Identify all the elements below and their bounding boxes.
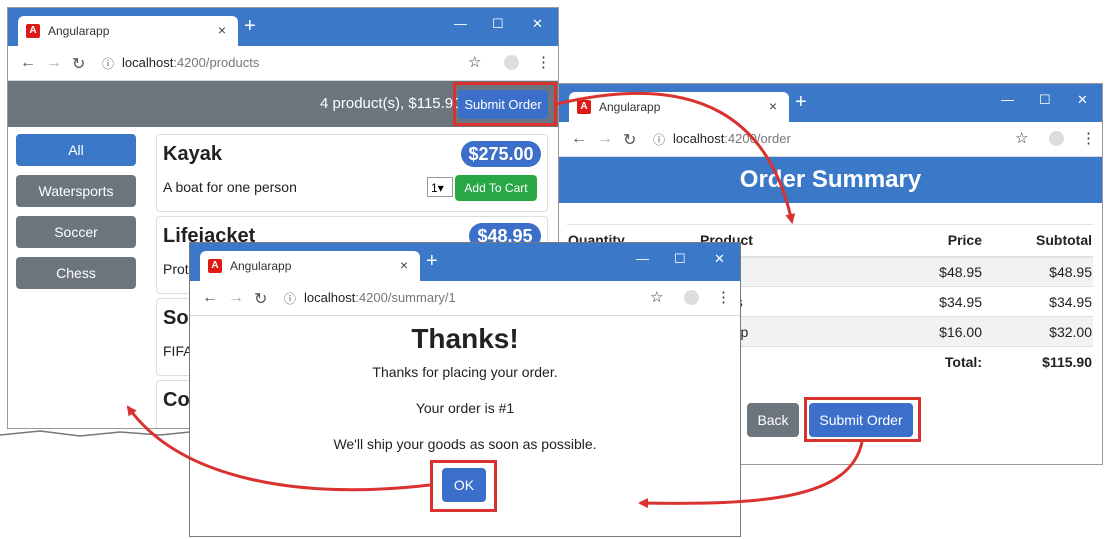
column-header: Price (947, 232, 982, 249)
highlight-submit-order (804, 397, 921, 442)
product-name: Kayak (163, 143, 222, 165)
column-header: Subtotal (1036, 232, 1092, 249)
product-description: Prot (163, 261, 189, 277)
highlight-submit-order (453, 82, 557, 126)
cell-subtotal: $48.95 (1049, 263, 1092, 280)
back-arrow-icon[interactable]: ← (571, 130, 587, 148)
shipping-message: We'll ship your goods as soon as possibl… (333, 436, 597, 452)
angular-icon: A (26, 24, 40, 38)
address-bar[interactable]: localhost:4200/summary/1 (304, 290, 456, 305)
minimize-icon[interactable]: — (636, 251, 649, 266)
info-icon: ⓘ (102, 57, 115, 71)
maximize-icon[interactable]: ☐ (1039, 92, 1051, 108)
info-icon: ⓘ (284, 292, 297, 306)
reload-icon[interactable]: ↻ (72, 54, 85, 74)
tab-title: Angularapp (599, 100, 661, 114)
product-description: FIFA (163, 343, 193, 359)
cell-price: $48.95 (939, 263, 982, 280)
cell-price: $34.95 (939, 293, 982, 310)
profile-icon[interactable] (504, 55, 519, 70)
tab-title: Angularapp (48, 24, 110, 38)
highlight-ok (430, 460, 497, 512)
tab-title: Angularapp (230, 259, 292, 273)
add-to-cart-button[interactable]: Add To Cart (455, 175, 537, 201)
cart-summary: 4 product(s), $115.90 (320, 95, 462, 112)
cell-price: $16.00 (939, 323, 982, 340)
new-tab-icon[interactable]: + (244, 16, 256, 36)
maximize-icon[interactable]: ☐ (492, 16, 504, 32)
menu-icon[interactable]: ⋮ (716, 288, 731, 306)
reload-icon[interactable]: ↻ (254, 289, 267, 309)
back-arrow-icon[interactable]: ← (20, 54, 36, 72)
cell-subtotal: $34.95 (1049, 293, 1092, 310)
back-button[interactable]: Back (747, 403, 799, 437)
profile-icon[interactable] (1049, 131, 1064, 146)
new-tab-icon[interactable]: + (426, 251, 438, 271)
category-all-button[interactable]: All (16, 134, 136, 166)
total-label: Total: (944, 353, 982, 370)
browser-toolbar: ← → ↻ ⓘ localhost:4200/products ☆ ⋮ (8, 46, 558, 81)
angular-icon: A (208, 259, 222, 273)
page-title: Order Summary (739, 166, 922, 193)
thanks-heading: Thanks! (411, 323, 519, 354)
titlebar: A Angularapp × + — ☐ ✕ (190, 243, 740, 281)
maximize-icon[interactable]: ☐ (674, 251, 686, 267)
bookmark-star-icon[interactable]: ☆ (650, 288, 663, 306)
close-tab-icon[interactable]: × (769, 98, 777, 114)
browser-toolbar: ← → ↻ ⓘ localhost:4200/summary/1 ☆ ⋮ (190, 281, 740, 316)
browser-tab[interactable]: A Angularapp × (569, 92, 789, 122)
browser-toolbar: ← → ↻ ⓘ localhost:4200/order ☆ ⋮ (559, 122, 1102, 157)
close-window-icon[interactable]: ✕ (532, 16, 543, 32)
profile-icon[interactable] (684, 290, 699, 305)
close-window-icon[interactable]: ✕ (1077, 92, 1088, 108)
address-bar[interactable]: localhost:4200/products (122, 55, 259, 70)
category-soccer-button[interactable]: Soccer (16, 216, 136, 248)
minimize-icon[interactable]: — (454, 16, 467, 31)
bookmark-star-icon[interactable]: ☆ (468, 53, 481, 71)
bookmark-star-icon[interactable]: ☆ (1015, 129, 1028, 147)
titlebar: A Angularapp × + — ☐ ✕ (8, 8, 558, 46)
browser-tab[interactable]: A Angularapp × (18, 16, 238, 46)
price-badge: $275.00 (461, 141, 541, 167)
thanks-message: Thanks for placing your order. (372, 364, 558, 380)
cell-subtotal: $32.00 (1049, 323, 1092, 340)
close-tab-icon[interactable]: × (218, 22, 226, 38)
back-arrow-icon[interactable]: ← (202, 289, 218, 307)
menu-icon[interactable]: ⋮ (1081, 129, 1096, 147)
product-description: A boat for one person (163, 179, 297, 195)
quantity-select[interactable]: 1▾ (427, 177, 453, 197)
order-summary-banner: Order Summary (559, 157, 1102, 203)
minimize-icon[interactable]: — (1001, 92, 1014, 107)
menu-icon[interactable]: ⋮ (536, 53, 551, 71)
reload-icon[interactable]: ↻ (623, 130, 636, 150)
info-icon: ⓘ (653, 133, 666, 147)
total-value: $115.90 (1042, 353, 1092, 370)
forward-arrow-icon[interactable]: → (597, 130, 613, 148)
forward-arrow-icon[interactable]: → (46, 54, 62, 72)
forward-arrow-icon[interactable]: → (228, 289, 244, 307)
new-tab-icon[interactable]: + (795, 92, 807, 112)
address-bar[interactable]: localhost:4200/order (673, 131, 791, 146)
close-window-icon[interactable]: ✕ (714, 251, 725, 267)
category-chess-button[interactable]: Chess (16, 257, 136, 289)
titlebar: A Angularapp × + — ☐ ✕ (559, 84, 1102, 122)
angular-icon: A (577, 100, 591, 114)
order-number: Your order is #1 (415, 400, 515, 416)
product-card: Kayak $275.00 A boat for one person 1▾ A… (156, 134, 548, 212)
close-tab-icon[interactable]: × (400, 257, 408, 273)
browser-tab[interactable]: A Angularapp × (200, 251, 420, 281)
category-watersports-button[interactable]: Watersports (16, 175, 136, 207)
